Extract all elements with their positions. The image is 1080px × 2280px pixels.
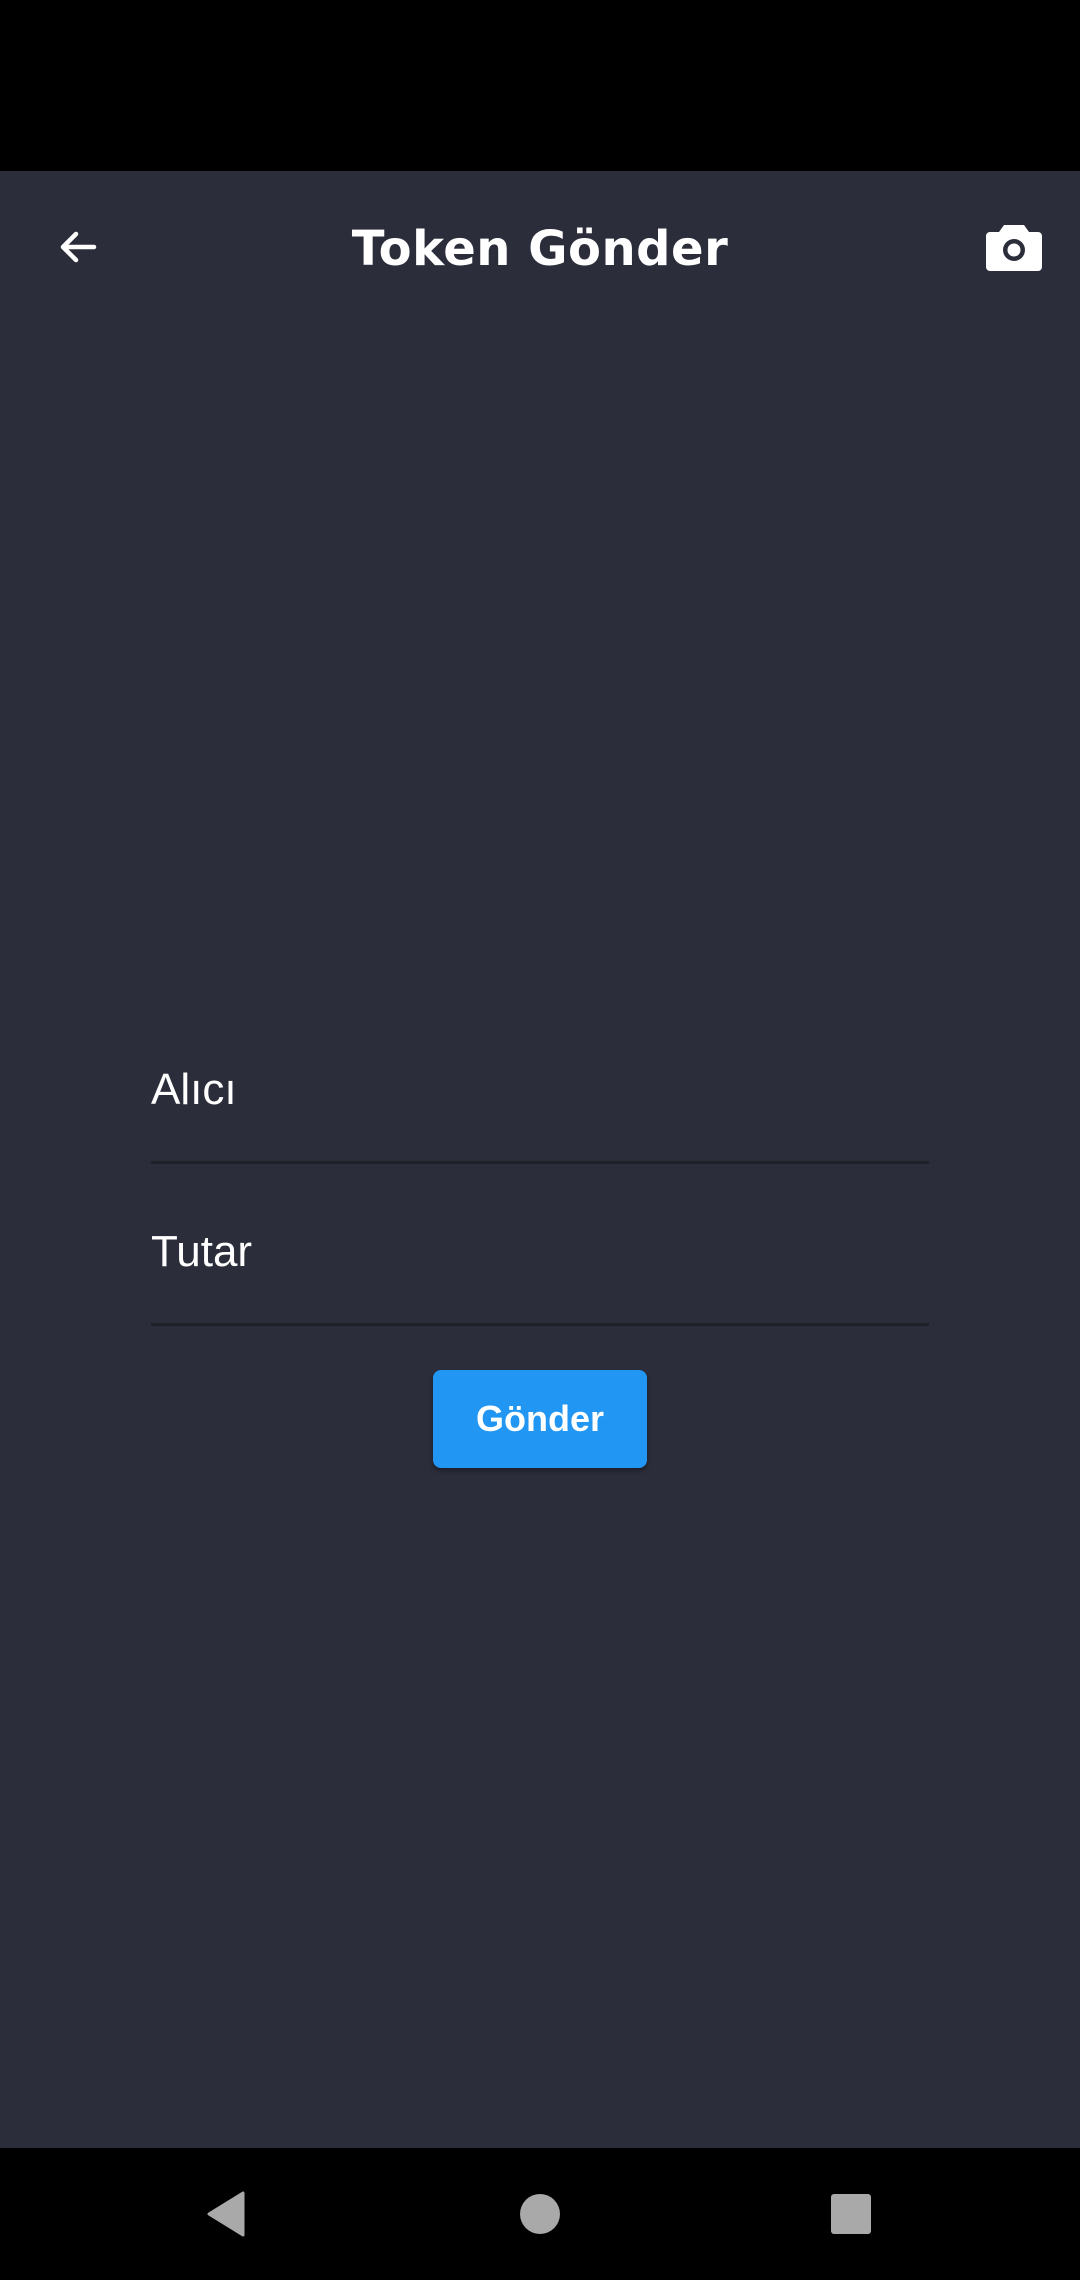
nav-recents-button[interactable] — [811, 2174, 891, 2254]
system-nav-bar — [0, 2148, 1080, 2280]
recipient-input[interactable] — [151, 1011, 929, 1161]
nav-home-circle-icon — [520, 2194, 560, 2234]
nav-back-triangle-icon — [207, 2191, 245, 2237]
camera-button[interactable] — [978, 211, 1050, 283]
camera-icon — [986, 225, 1042, 271]
amount-field: Tutar — [151, 1173, 929, 1326]
nav-back-button[interactable] — [185, 2174, 265, 2254]
nav-home-button[interactable] — [500, 2174, 580, 2254]
recipient-field: Alıcı — [151, 1011, 929, 1164]
send-token-form: Alıcı Tutar — [151, 1011, 929, 1335]
app-body: Token Gönder Alıcı Tutar — [0, 171, 1080, 2148]
page-title: Token Gönder — [351, 221, 729, 277]
app-bar: Token Gönder — [0, 171, 1080, 327]
screen: Token Gönder Alıcı Tutar Gönder — [0, 0, 1080, 2280]
nav-recents-square-icon — [831, 2194, 871, 2234]
send-button[interactable]: Gönder — [433, 1370, 647, 1468]
status-bar — [0, 0, 1080, 171]
amount-input[interactable] — [151, 1173, 929, 1323]
